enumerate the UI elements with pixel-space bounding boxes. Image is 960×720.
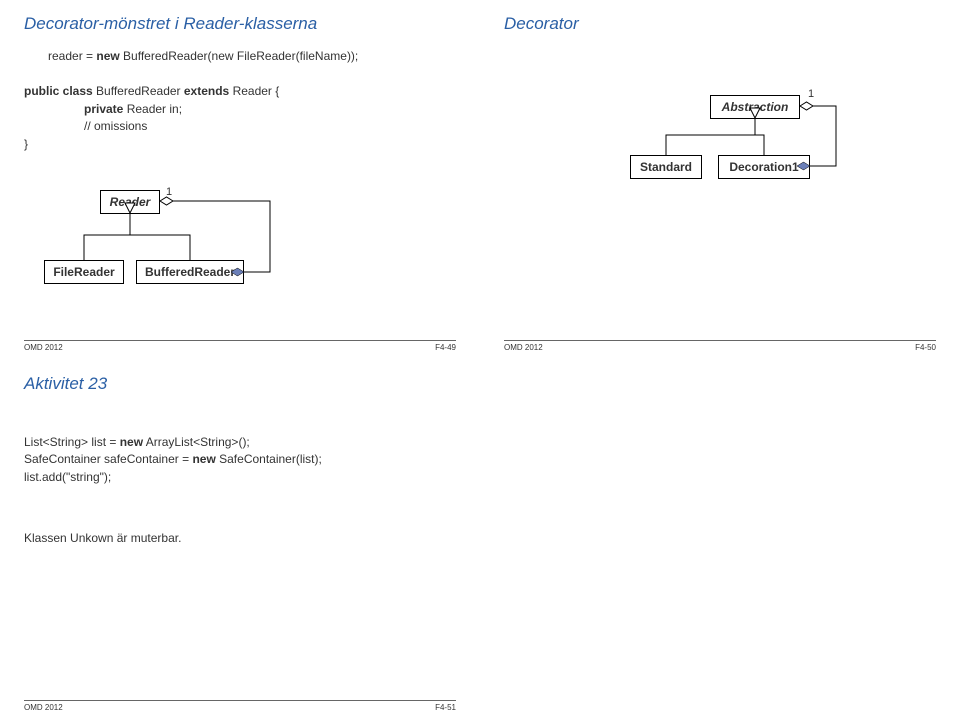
slide-footer: OMD 2012 F4-50 bbox=[504, 340, 936, 352]
code-text: list.add("string"); bbox=[24, 469, 456, 486]
footer-left: OMD 2012 bbox=[24, 703, 63, 712]
code-text: SafeContainer(list); bbox=[216, 452, 322, 466]
note-text: Klassen Unkown är muterbar. bbox=[24, 530, 456, 547]
code-keyword: new bbox=[192, 452, 215, 466]
code-keyword: new bbox=[120, 435, 143, 449]
slide-title: Aktivitet 23 bbox=[24, 374, 456, 394]
footer-right: F4-49 bbox=[435, 343, 456, 352]
uml-multiplicity: 1 bbox=[166, 186, 172, 198]
slide-footer: OMD 2012 F4-51 bbox=[24, 700, 456, 712]
slide-empty bbox=[480, 360, 960, 720]
footer-left: OMD 2012 bbox=[504, 343, 543, 352]
slide-footer: OMD 2012 F4-49 bbox=[24, 340, 456, 352]
uml-diagram-reader: Reader FileReader BufferedReader 1 bbox=[0, 0, 480, 360]
footer-right: F4-50 bbox=[915, 343, 936, 352]
slide-f4-50: Decorator Abstraction Standard Decoratio… bbox=[480, 0, 960, 360]
code-text: SafeContainer safeContainer = bbox=[24, 452, 192, 466]
code-block: List<String> list = new ArrayList<String… bbox=[24, 434, 456, 486]
uml-diagram-decorator: Abstraction Standard Decoration1 1 bbox=[480, 0, 960, 360]
footer-left: OMD 2012 bbox=[24, 343, 63, 352]
code-text: List<String> list = bbox=[24, 435, 120, 449]
code-text: ArrayList<String>(); bbox=[143, 435, 250, 449]
uml-class-filereader: FileReader bbox=[44, 260, 124, 284]
slide-f4-49: Decorator-mönstret i Reader-klasserna re… bbox=[0, 0, 480, 360]
uml-class-reader: Reader bbox=[100, 190, 160, 214]
slide-f4-51: Aktivitet 23 List<String> list = new Arr… bbox=[0, 360, 480, 720]
footer-right: F4-51 bbox=[435, 703, 456, 712]
uml-multiplicity: 1 bbox=[808, 88, 814, 100]
uml-class-abstraction: Abstraction bbox=[710, 95, 800, 119]
uml-class-standard: Standard bbox=[630, 155, 702, 179]
uml-class-decoration1: Decoration1 bbox=[718, 155, 810, 179]
uml-class-bufferedreader: BufferedReader bbox=[136, 260, 244, 284]
